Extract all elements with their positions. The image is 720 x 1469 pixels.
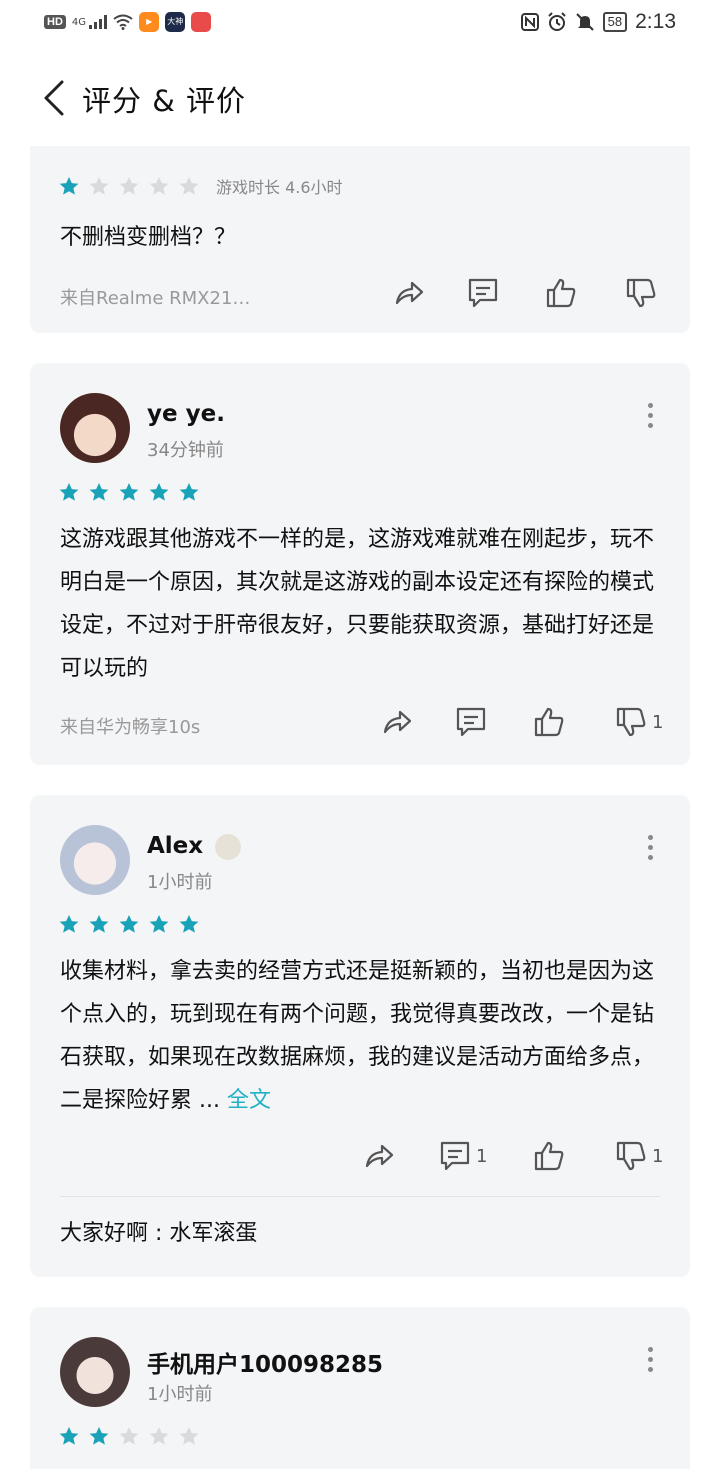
rating-stars: 游戏时长 4.6小时 xyxy=(58,174,343,198)
rating-stars xyxy=(58,481,200,503)
status-bar: HD 4G ▶ 大神 58 2:13 xyxy=(0,0,720,46)
huawei-app-icon xyxy=(191,12,212,32)
share-icon xyxy=(383,710,412,734)
username[interactable]: 手机用户100098285 xyxy=(147,1345,383,1379)
review-time: 1小时前 xyxy=(147,872,213,893)
star-filled-icon xyxy=(59,1427,79,1445)
reply-preview[interactable]: 大家好啊 : 水军滚蛋 xyxy=(60,1215,257,1247)
dislike-count: 1 xyxy=(652,711,664,733)
star-filled-icon xyxy=(179,915,199,933)
dislike-button[interactable]: 1 xyxy=(614,705,663,739)
battery-level: 58 xyxy=(602,12,628,32)
star-empty-icon xyxy=(89,177,109,195)
comment-icon xyxy=(440,1141,470,1171)
network-type: 4G xyxy=(71,17,87,28)
star-filled-icon xyxy=(119,483,139,501)
star-empty-icon xyxy=(149,1427,169,1445)
comment-count: 1 xyxy=(476,1145,488,1167)
thumbs-down-icon xyxy=(626,278,656,308)
like-button[interactable] xyxy=(532,1139,566,1173)
alarm-icon xyxy=(547,12,566,31)
username[interactable]: Alex xyxy=(147,833,242,860)
star-filled-icon xyxy=(59,483,79,501)
source-device: 来自Realme RMX21… xyxy=(60,288,251,309)
star-filled-icon xyxy=(89,1427,109,1445)
review-text-content: 收集材料，拿去卖的经营方式还是挺新颖的，当初也是因为这个点入的，玩到现在有两个问… xyxy=(60,959,655,1113)
more-options-icon[interactable] xyxy=(648,1347,654,1372)
like-button[interactable] xyxy=(532,705,566,739)
rating-stars xyxy=(58,1425,200,1447)
review-time: 1小时前 xyxy=(147,1384,213,1405)
star-filled-icon xyxy=(119,915,139,933)
star-filled-icon xyxy=(89,915,109,933)
share-icon xyxy=(365,1144,394,1168)
reply-author: 大家好啊 xyxy=(60,1221,149,1246)
star-empty-icon xyxy=(119,1427,139,1445)
reply-separator: : xyxy=(155,1221,170,1246)
source-device: 来自华为畅享10s xyxy=(60,717,201,738)
share-button[interactable] xyxy=(392,276,426,310)
thumbs-up-icon xyxy=(534,707,564,737)
read-more-link[interactable]: 全文 xyxy=(227,1088,271,1113)
hd-badge: HD xyxy=(44,15,66,29)
star-filled-icon xyxy=(59,177,79,195)
dislike-button[interactable] xyxy=(624,276,658,310)
star-filled-icon xyxy=(59,915,79,933)
rating-stars xyxy=(58,913,200,935)
thumbs-up-icon xyxy=(534,1141,564,1171)
share-button[interactable] xyxy=(362,1139,396,1173)
avatar[interactable] xyxy=(60,1337,130,1407)
reply-text: 水军滚蛋 xyxy=(169,1221,258,1246)
review-text: 收集材料，拿去卖的经营方式还是挺新颖的，当初也是因为这个点入的，玩到现在有两个问… xyxy=(60,950,660,1122)
comment-icon xyxy=(468,278,498,308)
back-arrow-icon[interactable] xyxy=(40,78,68,118)
review-card: ye ye. 34分钟前 这游戏跟其他游戏不一样的是，这游戏难就难在刚起步，玩不… xyxy=(30,363,690,765)
like-button[interactable] xyxy=(544,276,578,310)
comment-button[interactable] xyxy=(454,705,488,739)
avatar[interactable] xyxy=(60,825,130,895)
dislike-button[interactable]: 1 xyxy=(614,1139,663,1173)
star-empty-icon xyxy=(179,1427,199,1445)
star-filled-icon xyxy=(149,483,169,501)
star-empty-icon xyxy=(119,177,139,195)
avatar[interactable] xyxy=(60,393,130,463)
more-options-icon[interactable] xyxy=(648,835,654,860)
star-filled-icon xyxy=(149,915,169,933)
dislike-count: 1 xyxy=(652,1145,664,1167)
review-text: 这游戏跟其他游戏不一样的是，这游戏难就难在刚起步，玩不明白是一个原因，其次就是这… xyxy=(60,527,655,681)
page-title: 评分 & 评价 xyxy=(82,84,247,118)
comment-icon xyxy=(456,707,486,737)
star-filled-icon xyxy=(179,483,199,501)
dashen-app-icon: 大神 xyxy=(165,12,186,32)
more-options-icon[interactable] xyxy=(648,403,654,428)
review-text: 不删档变删档？？ xyxy=(60,225,237,250)
comment-button[interactable]: 1 xyxy=(438,1139,487,1173)
thumbs-down-icon xyxy=(616,1141,646,1171)
star-empty-icon xyxy=(179,177,199,195)
thumbs-down-icon xyxy=(616,707,646,737)
user-badge-icon xyxy=(215,833,242,860)
review-card: 游戏时长 4.6小时 来自Realme RMX21… 不删档变删档？？ xyxy=(30,146,690,333)
top-bar: 评分 & 评价 xyxy=(0,60,720,146)
review-card: 手机用户100098285 1小时前 xyxy=(30,1307,690,1469)
username[interactable]: ye ye. xyxy=(147,401,225,427)
review-time: 34分钟前 xyxy=(147,440,224,461)
star-filled-icon xyxy=(89,483,109,501)
clock: 2:13 xyxy=(635,10,676,33)
divider xyxy=(60,1196,660,1197)
username-text: Alex xyxy=(147,833,204,859)
video-app-icon: ▶ xyxy=(139,12,160,32)
signal-icon: 4G xyxy=(71,15,108,29)
share-button[interactable] xyxy=(380,705,414,739)
playtime: 游戏时长 4.6小时 xyxy=(216,178,343,197)
review-card: Alex 1小时前 收集材料，拿去卖的经营方式还是挺新颖的，当初也是因为这个点入… xyxy=(30,795,690,1277)
thumbs-up-icon xyxy=(546,278,576,308)
nfc-icon xyxy=(520,13,539,31)
wifi-icon xyxy=(113,14,133,30)
share-icon xyxy=(395,281,424,305)
comment-button[interactable] xyxy=(466,276,500,310)
review-list[interactable]: 游戏时长 4.6小时 来自Realme RMX21… 不删档变删档？？ ye y… xyxy=(0,146,720,1469)
mute-icon xyxy=(575,13,594,31)
star-empty-icon xyxy=(149,177,169,195)
